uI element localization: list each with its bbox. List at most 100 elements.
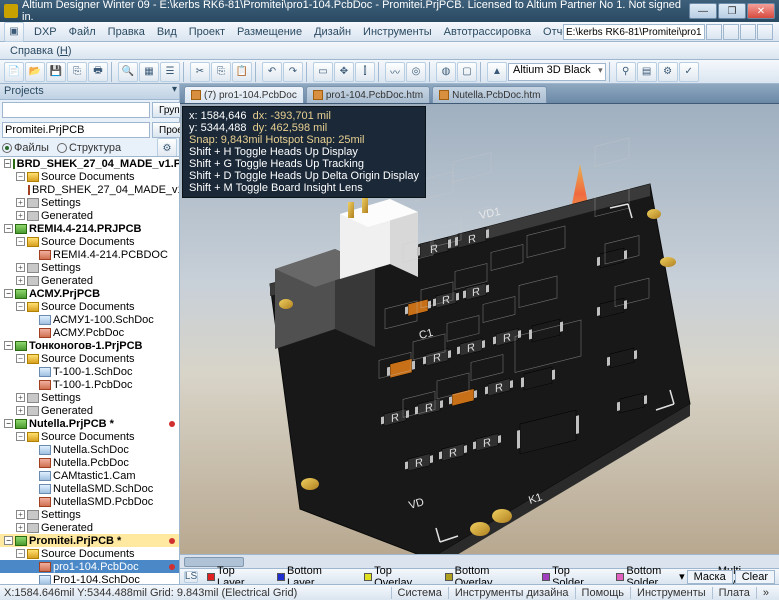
- status-tools[interactable]: Инструменты: [630, 587, 712, 599]
- tree-item[interactable]: NutellaSMD.PcbDoc: [0, 495, 179, 508]
- address-home[interactable]: [723, 24, 739, 40]
- tree-item[interactable]: −Source Documents: [0, 235, 179, 248]
- view-config-combo[interactable]: Altium 3D Black: [508, 63, 606, 81]
- tool-saveall-icon[interactable]: ⎘: [67, 62, 87, 82]
- tool-mode-icon[interactable]: ▲: [487, 62, 507, 82]
- tree-item[interactable]: NutellaSMD.SchDoc: [0, 482, 179, 495]
- layer-tab[interactable]: Top Solder: [539, 565, 607, 585]
- tree-item[interactable]: +Settings: [0, 261, 179, 274]
- tool-fit-icon[interactable]: ▦: [139, 62, 159, 82]
- dxp-icon[interactable]: ▣: [4, 22, 24, 42]
- tool-filter-icon[interactable]: ⚲: [616, 62, 636, 82]
- 3d-viewport[interactable]: RRRRRRRRRRRRR VD1 C1 K1 VD x: 1584,646 d…: [180, 104, 779, 554]
- layer-tab[interactable]: Bottom Layer: [274, 565, 355, 585]
- tool-3d-icon[interactable]: ◍: [436, 62, 456, 82]
- layer-tab[interactable]: Top Overlay: [361, 565, 435, 585]
- menu-design[interactable]: Дизайн: [308, 24, 357, 40]
- projects-panel-header[interactable]: Projects▾: [0, 84, 179, 100]
- layer-tab[interactable]: Top Layer: [204, 565, 268, 585]
- tree-item[interactable]: −Source Documents: [0, 352, 179, 365]
- tree-item[interactable]: −Promitei.PrjPCB *: [0, 534, 179, 547]
- tool-undo-icon[interactable]: ↶: [262, 62, 282, 82]
- tool-drc-icon[interactable]: ✓: [679, 62, 699, 82]
- tree-item[interactable]: −BRD_SHEK_27_04_MADE_v1.PRJPCB: [0, 157, 179, 170]
- tool-snap-icon[interactable]: ▢: [457, 62, 477, 82]
- address-go[interactable]: [706, 24, 722, 40]
- tree-item[interactable]: CAMtastic1.Cam: [0, 469, 179, 482]
- tree-item[interactable]: +Generated: [0, 209, 179, 222]
- menu-project[interactable]: Проект: [183, 24, 231, 40]
- tool-paste-icon[interactable]: 📋: [232, 62, 252, 82]
- tree-item[interactable]: REMI4.4-214.PCBDOC: [0, 248, 179, 261]
- tree-item[interactable]: T-100-1.PcbDoc: [0, 378, 179, 391]
- tree-item[interactable]: −Source Documents: [0, 547, 179, 560]
- tool-move-icon[interactable]: ✥: [334, 62, 354, 82]
- tree-item[interactable]: pro1-104.PcbDoc: [0, 560, 179, 573]
- tree-item[interactable]: Nutella.PcbDoc: [0, 456, 179, 469]
- project-tree[interactable]: −BRD_SHEK_27_04_MADE_v1.PRJPCB−Source Do…: [0, 156, 179, 584]
- panel-options-icon[interactable]: ⚙: [157, 138, 177, 158]
- address-input[interactable]: [563, 24, 705, 40]
- minimize-button[interactable]: —: [689, 3, 717, 19]
- close-button[interactable]: ✕: [747, 3, 775, 19]
- tree-item[interactable]: −Source Documents: [0, 170, 179, 183]
- tree-item[interactable]: −Source Documents: [0, 300, 179, 313]
- workspace-input[interactable]: [2, 102, 150, 118]
- clear-button[interactable]: Сlear: [735, 570, 775, 584]
- tree-item[interactable]: АСМУ.PcbDoc: [0, 326, 179, 339]
- tool-select-icon[interactable]: ▭: [313, 62, 333, 82]
- tree-item[interactable]: T-100-1.SchDoc: [0, 365, 179, 378]
- tree-item[interactable]: −Тонконогов-1.PrjPCB: [0, 339, 179, 352]
- tool-rules-icon[interactable]: ⚙: [658, 62, 678, 82]
- tool-save-icon[interactable]: 💾: [46, 62, 66, 82]
- maximize-button[interactable]: ❐: [718, 3, 746, 19]
- tree-item[interactable]: −REMI4.4-214.PRJPCB: [0, 222, 179, 235]
- files-radio[interactable]: Файлы: [2, 142, 49, 154]
- project-input[interactable]: [2, 122, 150, 138]
- status-board[interactable]: Плата: [712, 587, 756, 599]
- tree-item[interactable]: АСМУ1-100.SchDoc: [0, 313, 179, 326]
- tool-route-icon[interactable]: 〰: [385, 62, 405, 82]
- menu-dxp[interactable]: DXP: [28, 24, 63, 40]
- tool-redo-icon[interactable]: ↷: [283, 62, 303, 82]
- menu-autoroute[interactable]: Автотрассировка: [438, 24, 537, 40]
- tree-item[interactable]: +Settings: [0, 196, 179, 209]
- tool-zoom-icon[interactable]: 🔍: [118, 62, 138, 82]
- layer-dd-icon[interactable]: ▾: [679, 570, 685, 584]
- tool-layers-icon[interactable]: ☰: [160, 62, 180, 82]
- tree-item[interactable]: −АСМУ.PrjPCB: [0, 287, 179, 300]
- tool-via-icon[interactable]: ◎: [406, 62, 426, 82]
- status-system[interactable]: Система: [391, 587, 448, 599]
- tool-copy-icon[interactable]: ⎘: [211, 62, 231, 82]
- menu-file[interactable]: Файл: [63, 24, 102, 40]
- help-label[interactable]: Справка (Н): [4, 43, 78, 59]
- layer-tab[interactable]: Bottom Overlay: [442, 565, 533, 585]
- mask-button[interactable]: Маска: [687, 570, 733, 584]
- tool-open-icon[interactable]: 📂: [25, 62, 45, 82]
- tree-item[interactable]: +Settings: [0, 391, 179, 404]
- tree-item[interactable]: −Nutella.PrjPCB *: [0, 417, 179, 430]
- tree-item[interactable]: +Generated: [0, 521, 179, 534]
- tool-panel-icon[interactable]: ▤: [637, 62, 657, 82]
- status-pin-icon[interactable]: »: [756, 587, 775, 599]
- tree-item[interactable]: −Source Documents: [0, 430, 179, 443]
- structure-radio[interactable]: Структура: [57, 142, 121, 154]
- tree-item[interactable]: BRD_SHEK_27_04_MADE_v1.PCBDOC: [0, 183, 179, 196]
- menu-place[interactable]: Размещение: [231, 24, 308, 40]
- tree-item[interactable]: Nutella.SchDoc: [0, 443, 179, 456]
- menu-tools[interactable]: Инструменты: [357, 24, 438, 40]
- doc-tab[interactable]: pro1-104.PcbDoc.htm: [306, 86, 430, 103]
- layer-set-icon[interactable]: LS: [184, 571, 198, 583]
- address-fwd[interactable]: [757, 24, 773, 40]
- status-design[interactable]: Инструменты дизайна: [448, 587, 575, 599]
- doc-tab[interactable]: Nutella.PcbDoc.htm: [432, 86, 547, 103]
- tool-print-icon[interactable]: 🖶: [88, 62, 108, 82]
- menu-view[interactable]: Вид: [151, 24, 183, 40]
- address-back[interactable]: [740, 24, 756, 40]
- tree-item[interactable]: +Generated: [0, 404, 179, 417]
- menu-edit[interactable]: Правка: [102, 24, 151, 40]
- tree-item[interactable]: +Settings: [0, 508, 179, 521]
- tool-new-icon[interactable]: 📄: [4, 62, 24, 82]
- tool-align-icon[interactable]: ⫿: [355, 62, 375, 82]
- tree-item[interactable]: Pro1-104.SchDoc: [0, 573, 179, 584]
